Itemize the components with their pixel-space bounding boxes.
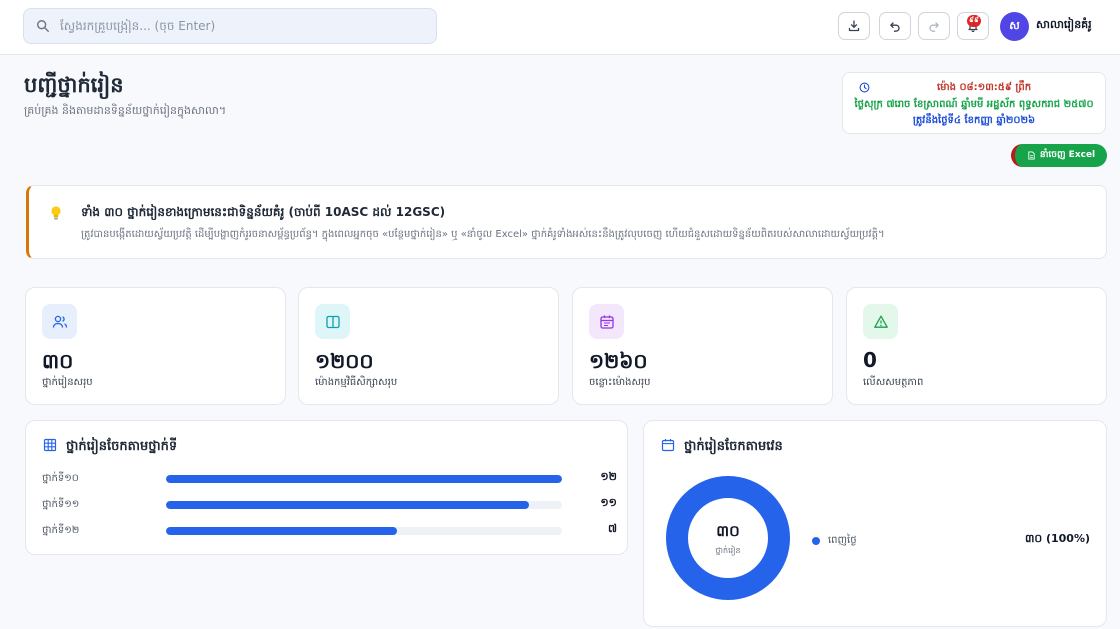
book-icon [325,315,340,328]
donut-total: ៣០ [716,522,740,540]
stat-card-curriculum-hours: ១២០០ ម៉ោងកម្មវិធីសិក្សាសរុប [298,287,559,405]
download-button[interactable] [838,12,870,40]
stat-icon-wrap [863,304,898,339]
search-box[interactable] [23,8,437,44]
notification-badge: ៩៩ [967,15,981,27]
panel-title: ថ្នាក់រៀនចែកតាមថ្នាក់ទី [66,439,178,454]
stat-label: ម៉ោងកម្មវិធីសិក្សាសរុប [315,377,398,388]
panel-title: ថ្នាក់រៀនចែកតាមវេន [684,439,783,454]
redo-icon [929,22,939,32]
stat-card-total-slots: ១២៦០ ចន្លោះម៉ោងសរុប [572,287,833,405]
grade-row: ថ្នាក់ទី១១ ១១ [42,496,617,512]
users-icon [52,315,67,328]
banner-text: ត្រូវបានបង្កើតដោយស្វ័យប្រវត្តិ ដើម្បីបង្… [81,229,885,240]
grade-row: ថ្នាក់ទី១២ ៧ [42,522,617,538]
school-name[interactable]: សាលារៀនគំរូ [1036,18,1092,34]
stat-card-over-capacity: 0 លើសសមត្ថភាព [846,287,1107,405]
grade-bar-track [166,527,562,535]
grade-count: ១២ [600,470,617,483]
legend-dot [812,537,820,545]
calendar-icon [661,439,675,452]
undo-icon [890,22,900,32]
notifications-button[interactable]: ៩៩ [957,12,989,40]
classes-by-shift-panel: ថ្នាក់រៀនចែកតាមវេន ៣០ ថ្នាក់រៀន ពេញថ្ងៃ … [643,420,1107,627]
redo-button[interactable] [918,12,950,40]
warning-icon [873,315,888,328]
lunar-date: ថ្ងៃសុក្រ ៧រោច ខែស្រាពណ៍ ឆ្នាំមមី អដ្ឋស័… [854,99,1094,110]
grade-bar-fill [166,475,562,483]
avatar[interactable]: ស [1000,12,1029,41]
stat-value: ១២០០ [315,349,374,373]
classes-by-grade-panel: ថ្នាក់រៀនចែកតាមថ្នាក់ទី ថ្នាក់ទី១០ ១២ ថ្… [25,420,628,555]
stat-icon-wrap [315,304,350,339]
undo-button[interactable] [879,12,911,40]
donut-total-label: ថ្នាក់រៀន [715,546,741,555]
clock-widget: ម៉ោង ០៨:១៣:៥៩ ព្រឹក ថ្ងៃសុក្រ ៧រោច ខែស្រ… [842,72,1106,134]
grade-label: ថ្នាក់ទី១១ [42,499,80,510]
search-input[interactable] [60,19,420,33]
legend-name: ពេញថ្ងៃ [828,535,857,546]
download-icon [848,20,860,32]
grade-count: ១១ [600,496,617,509]
file-icon [1028,151,1035,160]
legend-value: ៣០ (100%) [1024,532,1090,545]
top-bar: ៩៩ ស សាលារៀនគំរូ [0,0,1120,55]
grade-bar-track [166,475,562,483]
export-excel-button[interactable]: នាំចេញ Excel [1011,144,1107,167]
grade-bar-fill [166,527,397,535]
stat-value: ១២៦០ [589,349,648,373]
page-subtitle: គ្រប់គ្រង និងតាមដានទិន្នន័យថ្នាក់រៀនក្នុ… [24,104,227,117]
stat-icon-wrap [589,304,624,339]
clock-time: ម៉ោង ០៨:១៣:៥៩ ព្រឹក [936,82,1032,93]
search-icon [37,20,49,32]
grade-row: ថ្នាក់ទី១០ ១២ [42,470,617,486]
stat-icon-wrap [42,304,77,339]
table-icon [43,438,57,452]
calendar-icon [599,315,614,329]
stat-label: ថ្នាក់រៀនសរុប [42,377,93,388]
stat-value: ៣០ [42,349,74,373]
lightbulb-icon [51,206,61,220]
stat-card-total-classes: ៣០ ថ្នាក់រៀនសរុប [25,287,286,405]
grade-count: ៧ [607,522,617,535]
solar-date: ត្រូវនឹងថ្ងៃទី៤ ខែកញ្ញា ឆ្នាំ២០២៦ [912,115,1036,126]
banner-title: ទាំង ៣០ ថ្នាក់រៀនខាងក្រោមនេះជាទិន្នន័យគំ… [81,205,446,219]
stat-value: 0 [863,348,877,372]
sample-data-banner: ទាំង ៣០ ថ្នាក់រៀនខាងក្រោមនេះជាទិន្នន័យគំ… [26,185,1107,259]
grade-bar-track [166,501,562,509]
stat-label: លើសសមត្ថភាព [863,377,924,388]
export-excel-label: នាំចេញ Excel [1039,150,1096,160]
page-title: បញ្ជីថ្នាក់រៀន [24,73,124,97]
grade-label: ថ្នាក់ទី១០ [42,473,79,484]
stat-label: ចន្លោះម៉ោងសរុប [589,377,651,388]
grade-label: ថ្នាក់ទី១២ [42,525,80,536]
grade-bar-fill [166,501,529,509]
